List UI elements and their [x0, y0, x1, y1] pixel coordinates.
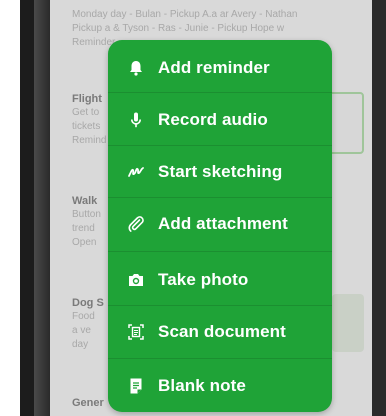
- paperclip-icon: [126, 214, 146, 234]
- phone-edge-right: [372, 0, 386, 416]
- note-line: day: [72, 339, 89, 350]
- menu-item-label: Start sketching: [158, 162, 283, 181]
- note-line: Food: [72, 311, 95, 322]
- phone-bezel: [20, 0, 34, 416]
- scan-icon: [126, 322, 146, 342]
- divider: [108, 92, 332, 93]
- note-line: a ve: [72, 325, 91, 336]
- note-card[interactable]: Flight Get to tickets Remind: [72, 92, 106, 148]
- new-note-menu: Add reminder Record audio Start sketchin…: [108, 40, 332, 412]
- note-thumbnail: [328, 92, 364, 154]
- add-reminder-button[interactable]: Add reminder: [108, 46, 332, 90]
- note-card[interactable]: Gener: [72, 396, 104, 410]
- note-line: tickets: [72, 121, 101, 132]
- menu-item-label: Blank note: [158, 376, 246, 395]
- record-audio-button[interactable]: Record audio: [108, 98, 332, 142]
- menu-item-label: Record audio: [158, 110, 268, 129]
- note-title: Dog S: [72, 297, 104, 309]
- note-line: Get to: [72, 107, 100, 118]
- menu-item-label: Take photo: [158, 270, 249, 289]
- note-card[interactable]: Dog S Food a ve day: [72, 296, 104, 352]
- bell-icon: [126, 58, 146, 78]
- camera-icon: [126, 270, 146, 290]
- note-line: trend: [72, 223, 95, 234]
- scribble-icon: [126, 162, 146, 182]
- menu-item-label: Add attachment: [158, 214, 288, 233]
- note-icon: [126, 376, 146, 396]
- note-line: Remind: [72, 135, 107, 146]
- divider: [108, 305, 332, 306]
- start-sketching-button[interactable]: Start sketching: [108, 150, 332, 194]
- note-title: Flight: [72, 93, 102, 105]
- divider: [108, 358, 332, 359]
- note-card[interactable]: Walk Button trend Open: [72, 194, 101, 250]
- divider: [108, 145, 332, 146]
- note-line: Monday day - Bulan - Pickup A.a ar Avery…: [72, 9, 298, 20]
- menu-item-label: Scan document: [158, 322, 286, 341]
- add-attachment-button[interactable]: Add attachment: [108, 202, 332, 246]
- menu-item-label: Add reminder: [158, 58, 270, 77]
- scan-document-button[interactable]: Scan document: [108, 310, 332, 354]
- note-line: Open: [72, 237, 97, 248]
- blank-note-button[interactable]: Blank note: [108, 364, 332, 408]
- microphone-icon: [126, 110, 146, 130]
- phone-edge: [34, 0, 50, 416]
- divider: [108, 197, 332, 198]
- divider: [108, 251, 332, 252]
- note-title: Gener: [72, 397, 104, 409]
- take-photo-button[interactable]: Take photo: [108, 258, 332, 302]
- note-line: Pickup a & Tyson - Ras - Junie - Pickup …: [72, 23, 285, 34]
- note-thumbnail: [332, 294, 364, 352]
- note-title: Walk: [72, 195, 98, 207]
- note-line: Button: [72, 209, 101, 220]
